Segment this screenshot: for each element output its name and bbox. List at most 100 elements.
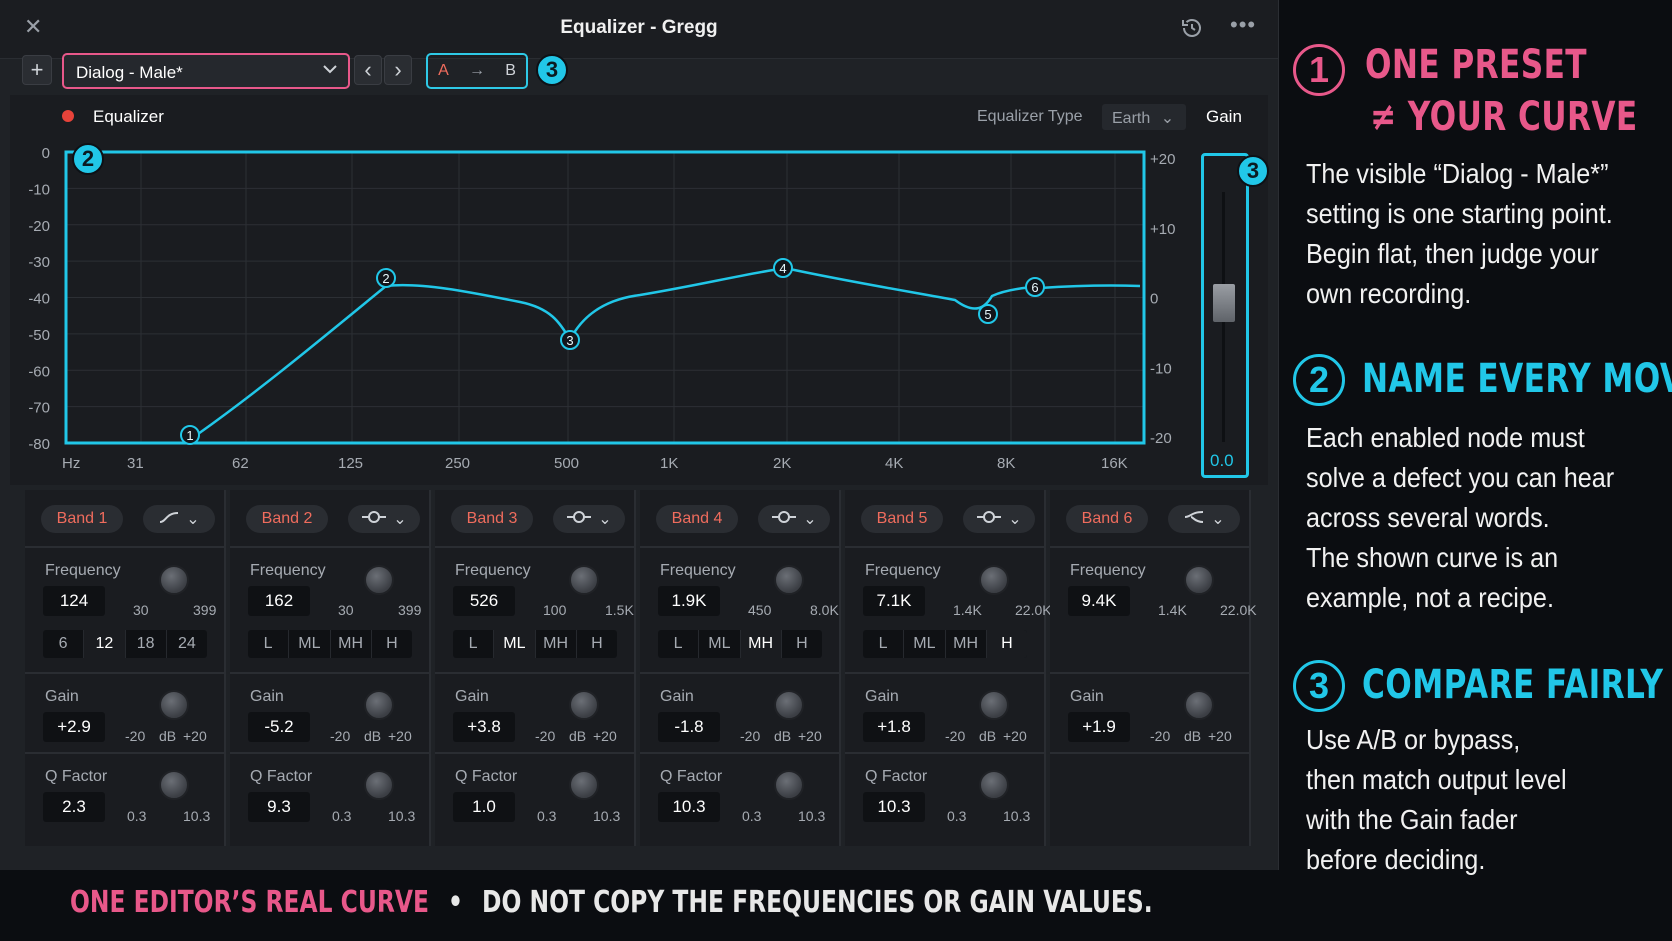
gain-fader-handle[interactable] [1213, 284, 1235, 322]
band-4-gain-value[interactable]: -1.8 [658, 712, 720, 742]
eq-graph[interactable]: 1 2 3 4 5 6 0 -10 -20 -30 -40 -50 -60 -70 -80 +20 +10 0 -… [0, 0, 1278, 480]
band-2-slope-selector[interactable]: L ML MH H [248, 630, 412, 658]
bell-shape-icon [771, 510, 797, 529]
band-5-gain-knob[interactable] [979, 690, 1009, 720]
eq-node-label: 5 [984, 307, 991, 322]
band-1-frequency-knob[interactable] [159, 565, 189, 595]
bell-shape-icon [361, 510, 387, 529]
separator [640, 546, 841, 548]
band-6-shape-dropdown[interactable]: ⌄ [1168, 505, 1240, 533]
step-1-heading-line2: ≠ YOUR CURVE [1370, 94, 1638, 140]
band-4-q-knob[interactable] [774, 770, 804, 800]
slope-option[interactable]: 6 [43, 630, 83, 658]
step-1-body: The visible “Dialog - Male*” setting is … [1306, 158, 1613, 309]
slope-option[interactable]: MH [329, 630, 371, 658]
q-factor-label: Q Factor [250, 768, 313, 785]
band-2-gain-knob[interactable] [364, 690, 394, 720]
slope-option[interactable]: ML [698, 630, 739, 658]
band-4-shape-dropdown[interactable]: ⌄ [758, 505, 830, 533]
band-1-q-knob[interactable] [159, 770, 189, 800]
band-1-gain-knob[interactable] [159, 690, 189, 720]
band-1-frequency-value[interactable]: 124 [43, 586, 105, 616]
frequency-label: Frequency [250, 562, 326, 579]
band-4-frequency-value[interactable]: 1.9K [658, 586, 720, 616]
q-max: 10.3 [183, 808, 211, 824]
separator [1050, 546, 1251, 548]
slope-option[interactable]: H [575, 630, 617, 658]
slope-option[interactable]: 12 [83, 630, 125, 658]
band-3-gain-value[interactable]: +3.8 [453, 712, 515, 742]
separator [25, 672, 226, 674]
band-5-gain-value[interactable]: +1.8 [863, 712, 925, 742]
y-axis-left-label: 0 [42, 145, 50, 162]
band-5-q-value[interactable]: 10.3 [863, 792, 925, 822]
band-3-q-value[interactable]: 1.0 [453, 792, 515, 822]
separator [230, 752, 431, 754]
band-3-gain-knob[interactable] [569, 690, 599, 720]
slope-option[interactable]: L [863, 630, 903, 658]
band-6-gain-knob[interactable] [1184, 690, 1214, 720]
band-1-slope-selector[interactable]: 6 12 18 24 [43, 630, 207, 658]
band-1-toggle[interactable]: Band 1 [41, 505, 123, 533]
band-1-shape-dropdown[interactable]: ⌄ [143, 505, 215, 533]
slope-option[interactable]: 18 [124, 630, 166, 658]
band-3-shape-dropdown[interactable]: ⌄ [553, 505, 625, 533]
q-min: 0.3 [947, 808, 967, 824]
slope-option[interactable]: H [370, 630, 412, 658]
band-1-gain-value[interactable]: +2.9 [43, 712, 105, 742]
slope-option[interactable]: ML [493, 630, 535, 658]
band-5-toggle[interactable]: Band 5 [861, 505, 943, 533]
slope-option[interactable]: MH [534, 630, 576, 658]
band-2-q-knob[interactable] [364, 770, 394, 800]
band-3-toggle[interactable]: Band 3 [451, 505, 533, 533]
band-2-frequency-value[interactable]: 162 [248, 586, 310, 616]
band-5-shape-dropdown[interactable]: ⌄ [963, 505, 1035, 533]
band-4-frequency-knob[interactable] [774, 565, 804, 595]
band-5-frequency-knob[interactable] [979, 565, 1009, 595]
frequency-label: Frequency [865, 562, 941, 579]
q-factor-label: Q Factor [455, 768, 518, 785]
band-3-frequency-value[interactable]: 526 [453, 586, 515, 616]
frequency-max: 1.5K [605, 602, 634, 618]
slope-option[interactable]: MH [739, 630, 781, 658]
slope-option[interactable]: L [453, 630, 493, 658]
chevron-down-icon: ⌄ [598, 511, 612, 528]
gain-max: +20 [388, 728, 412, 744]
slope-option[interactable]: H [985, 630, 1027, 658]
band-3-q-knob[interactable] [569, 770, 599, 800]
frequency-label: Frequency [455, 562, 531, 579]
band-4-q-value[interactable]: 10.3 [658, 792, 720, 822]
band-4-toggle[interactable]: Band 4 [656, 505, 738, 533]
band-6-frequency-knob[interactable] [1184, 565, 1214, 595]
chevron-down-icon: ⌄ [803, 511, 817, 528]
slope-option[interactable]: 24 [165, 630, 207, 658]
band-5-q-knob[interactable] [979, 770, 1009, 800]
band-2-shape-dropdown[interactable]: ⌄ [348, 505, 420, 533]
slope-option[interactable]: H [780, 630, 822, 658]
band-4-slope-selector[interactable]: L ML MH H [658, 630, 822, 658]
slope-option[interactable]: ML [288, 630, 329, 658]
band-5-slope-selector[interactable]: L ML MH H [863, 630, 1027, 658]
equalizer-window: ✕ Equalizer - Gregg ••• + Dialog - Male*… [0, 0, 1279, 870]
y-axis-left-label: -20 [28, 218, 50, 235]
slope-option[interactable]: MH [944, 630, 986, 658]
band-2-q-value[interactable]: 9.3 [248, 792, 310, 822]
band-1-q-value[interactable]: 2.3 [43, 792, 105, 822]
slope-option[interactable]: ML [903, 630, 944, 658]
band-6-toggle[interactable]: Band 6 [1066, 505, 1148, 533]
band-2-gain-value[interactable]: -5.2 [248, 712, 310, 742]
y-axis-left-label: -40 [28, 291, 50, 308]
gain-label: Gain [865, 688, 899, 705]
slope-option[interactable]: L [248, 630, 288, 658]
separator [435, 752, 636, 754]
band-2-toggle[interactable]: Band 2 [246, 505, 328, 533]
band-4-gain-knob[interactable] [774, 690, 804, 720]
band-6-frequency-value[interactable]: 9.4K [1068, 586, 1130, 616]
band-5-frequency-value[interactable]: 7.1K [863, 586, 925, 616]
band-2-frequency-knob[interactable] [364, 565, 394, 595]
separator [435, 546, 636, 548]
band-3-frequency-knob[interactable] [569, 565, 599, 595]
band-3-slope-selector[interactable]: L ML MH H [453, 630, 617, 658]
band-6-gain-value[interactable]: +1.9 [1068, 712, 1130, 742]
slope-option[interactable]: L [658, 630, 698, 658]
